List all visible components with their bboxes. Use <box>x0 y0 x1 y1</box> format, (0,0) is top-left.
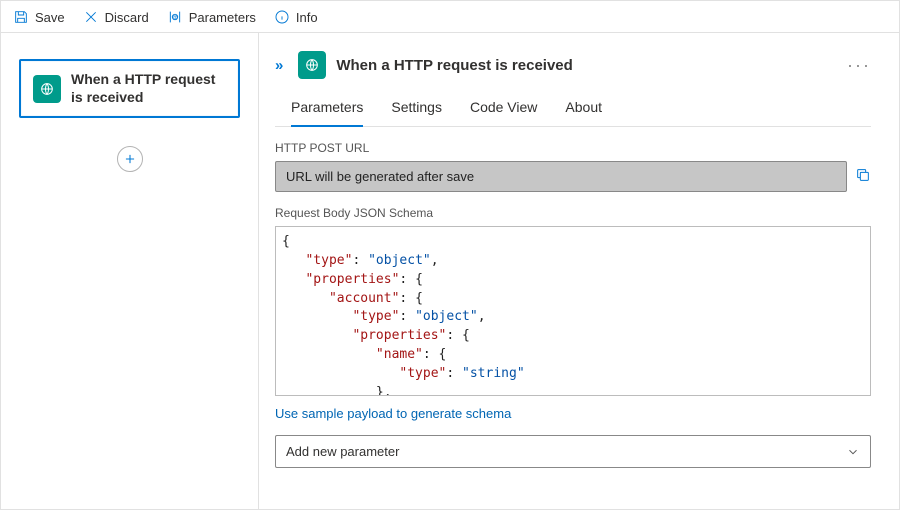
panel-header: » When a HTTP request is received ··· <box>275 51 871 79</box>
parameters-button[interactable]: @ Parameters <box>167 9 256 25</box>
schema-field-label: Request Body JSON Schema <box>275 206 871 220</box>
use-sample-payload-link[interactable]: Use sample payload to generate schema <box>275 406 511 421</box>
http-request-icon <box>298 51 326 79</box>
copy-icon <box>855 167 871 183</box>
trigger-title: When a HTTP request is received <box>71 71 226 106</box>
main: When a HTTP request is received » When a… <box>1 33 899 509</box>
designer-canvas: When a HTTP request is received <box>1 33 259 509</box>
copy-url-button[interactable] <box>855 167 871 186</box>
panel-title: When a HTTP request is received <box>336 57 572 74</box>
save-label: Save <box>35 10 65 25</box>
tab-code-view[interactable]: Code View <box>470 93 537 126</box>
tab-parameters[interactable]: Parameters <box>291 93 363 127</box>
info-icon <box>274 9 290 25</box>
trigger-card[interactable]: When a HTTP request is received <box>19 59 240 118</box>
tab-about[interactable]: About <box>565 93 602 126</box>
discard-button[interactable]: Discard <box>83 9 149 25</box>
discard-label: Discard <box>105 10 149 25</box>
more-menu-button[interactable]: ··· <box>847 55 871 76</box>
collapse-icon[interactable]: » <box>275 57 282 74</box>
add-step-button[interactable] <box>117 146 143 172</box>
url-row: URL will be generated after save <box>275 161 871 192</box>
http-request-icon <box>33 75 61 103</box>
panel-tabs: Parameters Settings Code View About <box>275 93 871 127</box>
add-parameter-label: Add new parameter <box>286 444 399 459</box>
save-button[interactable]: Save <box>13 9 65 25</box>
parameters-label: Parameters <box>189 10 256 25</box>
url-field-label: HTTP POST URL <box>275 141 871 155</box>
info-label: Info <box>296 10 318 25</box>
add-parameter-dropdown[interactable]: Add new parameter <box>275 435 871 468</box>
svg-text:@: @ <box>172 15 177 21</box>
http-post-url-field: URL will be generated after save <box>275 161 847 192</box>
schema-editor[interactable]: { "type": "object", "properties": { "acc… <box>275 226 871 396</box>
plus-icon <box>123 152 137 166</box>
tab-settings[interactable]: Settings <box>391 93 442 126</box>
chevron-down-icon <box>846 445 860 459</box>
parameters-icon: @ <box>167 9 183 25</box>
info-button[interactable]: Info <box>274 9 318 25</box>
details-panel: » When a HTTP request is received ··· Pa… <box>259 33 899 509</box>
toolbar: Save Discard @ Parameters Info <box>1 1 899 33</box>
close-icon <box>83 9 99 25</box>
save-icon <box>13 9 29 25</box>
